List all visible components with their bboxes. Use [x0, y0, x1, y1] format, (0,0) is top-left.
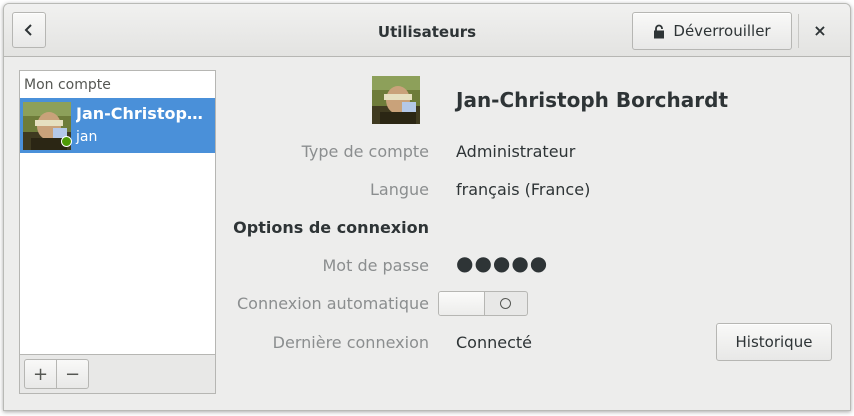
user-list-item[interactable]: Jan-Christoph Borchardt jan	[20, 98, 215, 153]
header-separator	[798, 14, 799, 48]
language-label: Langue	[370, 180, 429, 199]
plus-icon: +	[32, 363, 49, 385]
user-avatar-button[interactable]	[372, 76, 420, 124]
login-options-heading: Options de connexion	[233, 218, 429, 237]
user-list-toolbar: + −	[20, 354, 215, 393]
history-button[interactable]: Historique	[716, 323, 832, 361]
user-list-name: Jan-Christoph Borchardt	[76, 104, 212, 123]
auto-login-switch[interactable]	[438, 291, 528, 316]
close-button[interactable]: ×	[807, 18, 833, 44]
account-type-value[interactable]: Administrateur	[456, 142, 575, 161]
full-name-field[interactable]: Jan-Christoph Borchardt	[456, 88, 728, 112]
auto-login-label: Connexion automatique	[237, 294, 429, 313]
last-login-label: Dernière connexion	[272, 333, 429, 352]
password-value[interactable]: ●●●●●	[456, 251, 548, 275]
last-login-value: Connecté	[456, 333, 532, 352]
add-user-button[interactable]: +	[24, 359, 57, 389]
user-list-panel: Mon compte Jan-Christoph Borchardt jan +	[19, 70, 216, 394]
close-icon: ×	[813, 21, 827, 40]
header-bar: Utilisateurs Déverrouiller ×	[4, 4, 850, 57]
password-label: Mot de passe	[322, 256, 429, 275]
users-window: Utilisateurs Déverrouiller × Mon compte	[3, 3, 851, 411]
remove-user-button[interactable]: −	[56, 359, 89, 389]
unlock-button[interactable]: Déverrouiller	[632, 12, 792, 50]
section-label-my-account: Mon compte	[24, 77, 111, 93]
language-value[interactable]: français (France)	[456, 180, 590, 199]
switch-off-icon	[500, 298, 511, 309]
online-status-dot	[61, 136, 72, 147]
unlock-button-label: Déverrouiller	[673, 22, 771, 40]
user-list-login: jan	[76, 129, 98, 145]
minus-icon: −	[64, 363, 81, 385]
lock-icon	[654, 24, 665, 38]
switch-slider	[439, 292, 485, 315]
account-type-label: Type de compte	[301, 142, 429, 161]
